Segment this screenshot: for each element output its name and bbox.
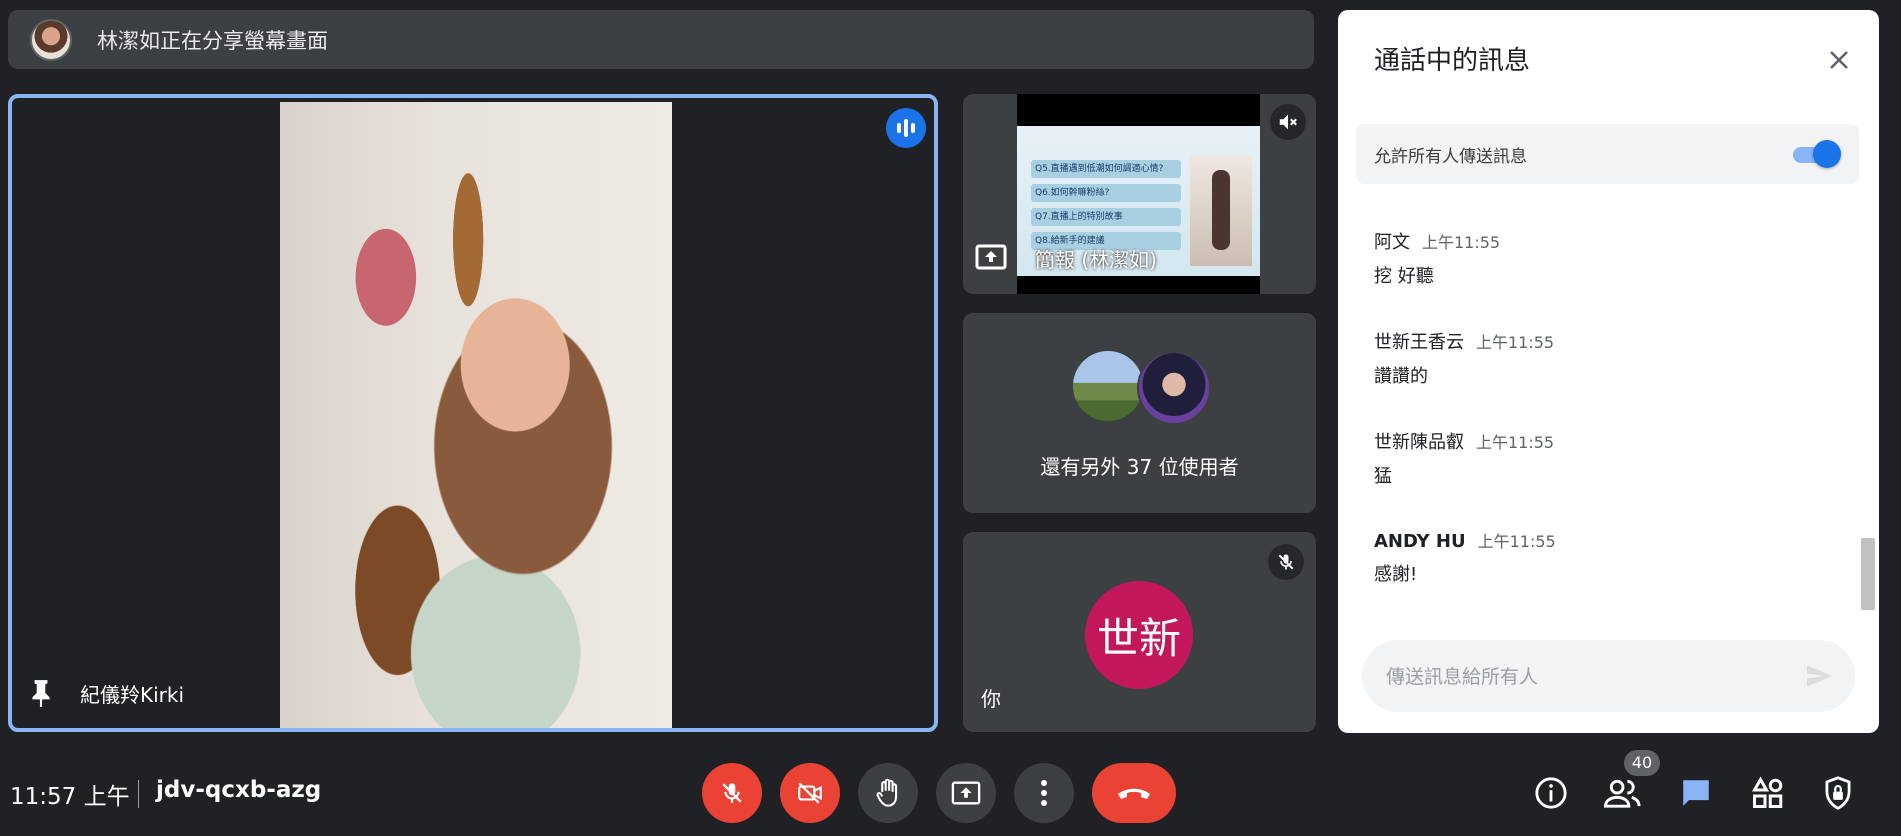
message-sender: 阿文 [1374, 232, 1410, 253]
others-count-text: 還有另外 37 位使用者 [1040, 455, 1239, 479]
message-sender: 世新王香云 [1374, 332, 1464, 353]
host-controls-button[interactable] [1817, 772, 1859, 814]
camera-off-icon [798, 782, 822, 804]
self-label: 你 [981, 687, 1001, 711]
allow-messages-label: 允許所有人傳送訊息 [1374, 146, 1527, 167]
chat-input-container [1362, 640, 1855, 714]
message-text: 挖 好聽 [1374, 266, 1434, 287]
current-time: 11:57 上午 [10, 784, 130, 810]
chat-message: 阿文 上午11:55 挖 好聽 [1374, 228, 1500, 288]
close-chat-button[interactable] [1819, 40, 1859, 80]
self-avatar: 世新 [1085, 581, 1193, 689]
participant-count-badge: 40 [1624, 750, 1660, 776]
presenting-banner-text: 林潔如正在分享螢幕畫面 [97, 28, 328, 53]
more-options-button[interactable] [1014, 763, 1074, 823]
people-button[interactable] [1602, 772, 1644, 814]
present-screen-icon [975, 244, 1007, 270]
chat-title: 通話中的訊息 [1374, 46, 1531, 76]
speaking-indicator-icon [886, 108, 926, 148]
message-time: 上午11:55 [1477, 532, 1556, 551]
divider [138, 780, 139, 808]
toggle-mic-button[interactable] [702, 763, 762, 823]
screen-share-caption: 簡報 (林潔如) [1035, 248, 1157, 272]
end-call-icon [1118, 788, 1150, 799]
volume-muted-icon [1270, 104, 1306, 140]
chat-message-input[interactable] [1384, 640, 1788, 714]
message-text: 感謝! [1374, 564, 1418, 585]
meeting-details-button[interactable] [1530, 772, 1572, 814]
info-icon [1535, 777, 1567, 809]
mic-off-icon [722, 783, 742, 803]
chat-scrollbar[interactable] [1861, 538, 1875, 610]
presenter-avatar [30, 18, 72, 61]
slide-photo [1190, 156, 1252, 266]
message-text: 猛 [1374, 466, 1392, 487]
main-video-feed [280, 102, 672, 728]
screen-share-tile[interactable]: Q5.直播遇到低潮如何調適心情? Q6.如何幹嘛粉絲? Q7.直播上的特別故事 … [963, 94, 1316, 294]
present-icon [951, 781, 981, 805]
toggle-camera-button[interactable] [780, 763, 840, 823]
pin-icon[interactable] [28, 678, 54, 708]
send-icon[interactable] [1803, 660, 1835, 692]
participant-avatar [1137, 351, 1211, 425]
main-participant-name: 紀儀羚Kirki [80, 683, 185, 707]
self-tile[interactable]: 世新 你 [963, 532, 1316, 732]
chat-icon [1683, 780, 1709, 806]
presenting-banner: 林潔如正在分享螢幕畫面 [8, 10, 1314, 69]
slide-row: Q7.直播上的特別故事 [1031, 208, 1181, 226]
slide-row: Q5.直播遇到低潮如何調適心情? [1031, 160, 1181, 178]
message-time: 上午11:55 [1422, 233, 1501, 252]
chat-panel: 通話中的訊息 允許所有人傳送訊息 阿文 上午11:55 挖 好聽 世新王香云 上午1… [1338, 10, 1879, 733]
main-video-tile[interactable]: 紀儀羚Kirki [8, 94, 938, 732]
activities-icon [1751, 776, 1783, 808]
chat-message: ANDY HU 上午11:55 感謝! [1374, 528, 1556, 586]
chat-message: 世新王香云 上午11:55 讚讚的 [1374, 328, 1554, 388]
people-icon [1604, 779, 1641, 808]
activities-button[interactable] [1747, 772, 1789, 814]
mic-off-icon [1268, 544, 1304, 580]
chat-button[interactable] [1675, 772, 1717, 814]
message-text: 讚讚的 [1374, 366, 1428, 387]
allow-messages-row: 允許所有人傳送訊息 [1356, 124, 1859, 184]
present-now-button[interactable] [936, 763, 996, 823]
raise-hand-icon [876, 778, 898, 807]
message-time: 上午11:55 [1476, 333, 1555, 352]
close-icon [1830, 51, 1848, 69]
message-sender: ANDY HU [1374, 531, 1466, 552]
slide-row: Q6.如何幹嘛粉絲? [1031, 184, 1181, 202]
chat-message: 世新陳品叡 上午11:55 猛 [1374, 428, 1554, 488]
allow-messages-toggle[interactable] [1791, 140, 1841, 168]
leave-call-button[interactable] [1092, 763, 1176, 823]
host-controls-icon [1825, 776, 1851, 810]
message-sender: 世新陳品叡 [1374, 432, 1464, 453]
participant-avatar [1073, 351, 1143, 421]
more-icon [1041, 780, 1047, 806]
message-time: 上午11:55 [1476, 433, 1555, 452]
others-participants-tile[interactable]: 還有另外 37 位使用者 [963, 313, 1316, 513]
raise-hand-button[interactable] [858, 763, 918, 823]
meeting-code: jdv-qcxb-azg [156, 777, 322, 803]
